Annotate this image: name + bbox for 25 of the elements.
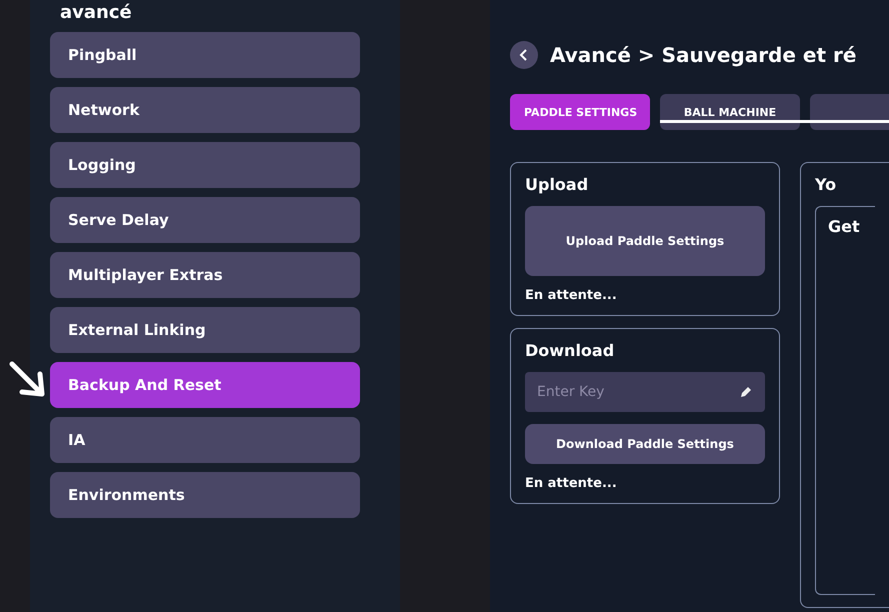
menu-item[interactable]: Multiplayer Extras bbox=[50, 252, 360, 298]
menu-item[interactable]: IA bbox=[50, 417, 360, 463]
upload-button[interactable]: Upload Paddle Settings bbox=[525, 206, 765, 276]
pencil-icon bbox=[739, 385, 753, 399]
download-button[interactable]: Download Paddle Settings bbox=[525, 424, 765, 464]
menu-item[interactable]: Serve Delay bbox=[50, 197, 360, 243]
menu-item[interactable]: Logging bbox=[50, 142, 360, 188]
menu-item[interactable]: Pingball bbox=[50, 32, 360, 78]
menu-item[interactable]: Backup And Reset bbox=[50, 362, 360, 408]
card-heading: Get bbox=[828, 217, 861, 236]
menu-item[interactable]: Network bbox=[50, 87, 360, 133]
back-button[interactable] bbox=[510, 41, 538, 69]
card-heading: Yo bbox=[815, 175, 838, 194]
panel-title: Avancé > Sauvegarde et ré bbox=[550, 43, 856, 67]
status-text: En attente... bbox=[525, 476, 618, 491]
menu-title: avancé bbox=[59, 1, 133, 23]
tab[interactable]: PADDLE SETTINGS bbox=[510, 94, 650, 130]
tab[interactable]: BALL MACHINE bbox=[660, 94, 800, 130]
key-input-field[interactable]: Enter Key bbox=[525, 372, 765, 412]
card-heading: Upload bbox=[525, 175, 590, 194]
menu-item[interactable]: External Linking bbox=[50, 307, 360, 353]
menu-item[interactable]: Environments bbox=[50, 472, 360, 518]
status-text: En attente... bbox=[525, 288, 618, 303]
chevron-left-icon bbox=[519, 49, 529, 61]
card-heading: Download bbox=[525, 341, 616, 360]
